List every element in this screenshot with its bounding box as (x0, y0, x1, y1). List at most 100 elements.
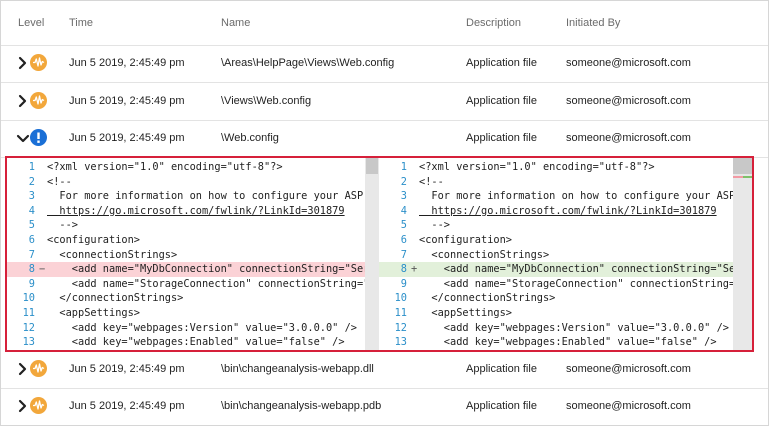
diff-line: 11 <appSettings> (7, 306, 365, 321)
table-row[interactable]: Jun 5 2019, 2:45:49 pm \Views\Web.config A… (1, 83, 768, 121)
code-text: <configuration> (47, 234, 140, 246)
diff-line: 1 <?xml version="1.0" encoding="utf-8"?> (379, 160, 733, 175)
code-text: For more information on how to configure… (419, 190, 733, 203)
diff-scroll-thumb-left[interactable] (366, 158, 378, 174)
line-number: 12 (22, 321, 35, 334)
chevron-right-icon[interactable] (16, 398, 30, 414)
diff-line: 10 </connectionStrings> (7, 291, 365, 306)
row-time: Jun 5 2019, 2:45:49 pm (69, 132, 185, 144)
code-text: <add key="webpages:Enabled" value="false… (419, 336, 717, 349)
diff-line: 11 <appSettings> (379, 306, 733, 321)
diff-line: 6 <configuration> (379, 233, 733, 248)
diff-scroll-thumb-right[interactable] (733, 158, 752, 174)
row-time: Jun 5 2019, 2:45:49 pm (69, 57, 185, 69)
code-text: <add key="webpages:Version" value="3.0.0… (47, 321, 357, 334)
line-number: 5 (400, 219, 407, 232)
diff-line: 13 <add key="webpages:Enabled" value="fa… (379, 335, 733, 350)
line-number: 2 (28, 175, 35, 188)
warning-pulse-icon (30, 92, 47, 109)
code-text: <add name="MyDbConnection" connectionStr… (47, 263, 365, 276)
row-description: Application file (466, 363, 537, 375)
row-initiated-by: someone@microsoft.com (566, 95, 691, 107)
column-header-initiated-by[interactable]: Initiated By (566, 17, 620, 29)
diff-line-added: 8 + <add name="MyDbConnection" connection… (379, 262, 733, 278)
table-row[interactable]: Jun 5 2019, 2:45:49 pm \Web.config Applica… (1, 120, 768, 158)
column-header-time[interactable]: Time (69, 17, 93, 29)
code-text: For more information on how to configure… (47, 190, 365, 203)
column-header-name[interactable]: Name (221, 17, 250, 29)
line-number: 3 (28, 190, 35, 203)
diff-line: 2 <!-- (7, 175, 365, 190)
code-text: <!-- (47, 175, 72, 188)
line-number: 4 (400, 204, 407, 217)
row-description: Application file (466, 57, 537, 69)
line-number: 8 (28, 263, 35, 276)
code-text: <add name="StorageConnection" connection… (47, 277, 365, 290)
diff-scrollbar-left[interactable] (365, 158, 379, 350)
row-name: \bin\changeanalysis-webapp.pdb (221, 400, 382, 412)
code-text: <configuration> (419, 234, 512, 246)
line-number: 11 (22, 307, 35, 319)
line-number: 13 (394, 336, 407, 349)
code-text: <add name="StorageConnection" connection… (419, 277, 733, 290)
diff-line: 5 --> (7, 218, 365, 233)
line-number: 7 (400, 248, 407, 261)
row-name: \Views\Web.config (221, 95, 312, 107)
overview-deleted-marker (733, 176, 743, 178)
code-text: --> (47, 219, 78, 232)
line-number: 10 (22, 292, 35, 305)
diff-line: 13 <add key="webpages:Enabled" value="fa… (7, 335, 365, 350)
code-link[interactable]: https://go.microsoft.com/fwlink/?LinkId=… (419, 204, 716, 219)
table-header: Level Time Name Description Initiated By (1, 1, 768, 46)
added-marker: + (411, 263, 418, 276)
error-exclamation-icon (30, 129, 47, 146)
table-row[interactable]: Jun 5 2019, 2:45:49 pm \bin\changeanalysi… (1, 351, 768, 389)
diff-line: 4 https://go.microsoft.com/fwlink/?LinkI… (7, 204, 365, 219)
code-text: <?xml version="1.0" encoding="utf-8"?> (47, 161, 283, 173)
warning-pulse-icon (30, 397, 47, 414)
table-row[interactable]: Jun 5 2019, 2:45:49 pm \bin\changeanalysi… (1, 388, 768, 425)
line-number: 13 (22, 336, 35, 349)
code-text: <add name="MyDbConnection" connectionStr… (419, 263, 733, 276)
column-header-description[interactable]: Description (466, 17, 521, 29)
chevron-right-icon[interactable] (16, 93, 30, 109)
diff-line: 10 </connectionStrings> (379, 291, 733, 306)
code-text: </connectionStrings> (47, 292, 184, 305)
line-number: 8 (400, 263, 407, 276)
code-text: <add key="webpages:Version" value="3.0.0… (419, 321, 729, 334)
code-text: <connectionStrings> (419, 248, 550, 261)
row-initiated-by: someone@microsoft.com (566, 400, 691, 412)
diff-line: 7 <connectionStrings> (7, 248, 365, 263)
table-row[interactable]: Jun 5 2019, 2:45:49 pm \Areas\HelpPage\Vi… (1, 45, 768, 83)
row-initiated-by: someone@microsoft.com (566, 363, 691, 375)
line-number: 9 (28, 277, 35, 290)
diff-line: 4 https://go.microsoft.com/fwlink/?LinkI… (379, 204, 733, 219)
code-text: <connectionStrings> (47, 248, 178, 261)
diff-line: 12 <add key="webpages:Version" value="3.… (7, 321, 365, 336)
row-initiated-by: someone@microsoft.com (566, 57, 691, 69)
diff-line: 3 For more information on how to configu… (379, 189, 733, 204)
column-header-level[interactable]: Level (18, 17, 44, 29)
diff-viewer: 1 <?xml version="1.0" encoding="utf-8"?> 2… (5, 156, 754, 352)
chevron-down-icon[interactable] (16, 130, 30, 146)
code-link[interactable]: https://go.microsoft.com/fwlink/?LinkId=… (47, 204, 344, 219)
line-number: 10 (394, 292, 407, 305)
chevron-right-icon[interactable] (16, 55, 30, 71)
line-number: 6 (400, 234, 407, 246)
line-number: 11 (394, 307, 407, 319)
diff-overview-ruler[interactable] (733, 158, 752, 350)
code-text: <!-- (419, 175, 444, 188)
diff-line: 3 For more information on how to configu… (7, 189, 365, 204)
code-text: <add key="webpages:Enabled" value="false… (47, 336, 345, 349)
chevron-right-icon[interactable] (16, 361, 30, 377)
diff-pane-original[interactable]: 1 <?xml version="1.0" encoding="utf-8"?> 2… (7, 158, 365, 350)
warning-pulse-icon (30, 360, 47, 377)
line-number: 9 (400, 277, 407, 290)
line-number: 2 (400, 175, 407, 188)
diff-pane-modified[interactable]: 1 <?xml version="1.0" encoding="utf-8"?> 2… (379, 158, 733, 350)
diff-line: 1 <?xml version="1.0" encoding="utf-8"?> (7, 160, 365, 175)
line-number: 7 (28, 248, 35, 261)
code-text: --> (419, 219, 450, 232)
diff-line: 9 <add name="StorageConnection" connecti… (379, 277, 733, 292)
row-time: Jun 5 2019, 2:45:49 pm (69, 363, 185, 375)
